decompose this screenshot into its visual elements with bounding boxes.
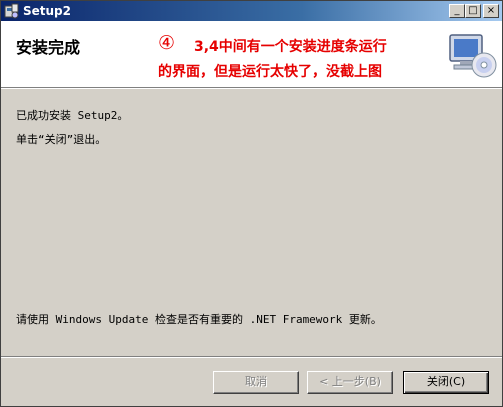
computer-disc-icon — [449, 34, 497, 78]
footer-separator — [1, 356, 502, 358]
annotation-number: ④ — [158, 32, 176, 54]
page-title: 安装完成 — [16, 38, 81, 57]
annotation-line-2: 的界面，但是运行太快了，没截上图 — [158, 64, 382, 80]
maximize-button[interactable]: □ — [465, 4, 481, 18]
window-title: Setup2 — [23, 4, 71, 18]
setup-app-icon — [4, 3, 19, 19]
close-instruction: 单击“关闭”退出。 — [16, 133, 107, 146]
annotation-line-1: 3,4中间有一个安装进度条运行 — [194, 39, 387, 55]
title-bar[interactable]: Setup2 _ □ × — [1, 1, 502, 21]
header-panel: 安装完成 ④ 3,4中间有一个安装进度条运行 的界面，但是运行太快了，没截上图 — [1, 21, 502, 87]
update-hint: 请使用 Windows Update 检查是否有重要的 .NET Framewo… — [16, 313, 382, 326]
setup-window: Setup2 _ □ × 安装完成 ④ 3,4中间有一个安装进度条运行 的界面，… — [0, 0, 503, 407]
close-window-button[interactable]: × — [483, 4, 499, 18]
header-separator — [1, 87, 502, 89]
cancel-button[interactable]: 取消 — [213, 371, 299, 394]
success-message: 已成功安装 Setup2。 — [16, 109, 129, 122]
back-button[interactable]: < 上一步(B) — [307, 371, 393, 394]
minimize-button[interactable]: _ — [449, 4, 465, 18]
close-button[interactable]: 关闭(C) — [403, 371, 489, 394]
